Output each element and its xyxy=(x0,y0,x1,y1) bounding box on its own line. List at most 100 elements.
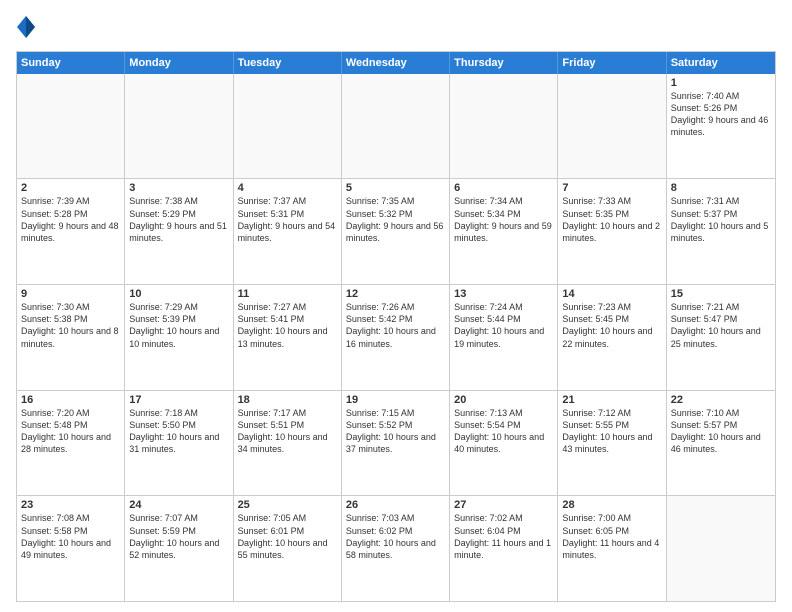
calendar-cell-empty xyxy=(667,496,775,601)
day-number: 10 xyxy=(129,288,228,300)
day-number: 24 xyxy=(129,499,228,511)
calendar-cell-day-7: 7Sunrise: 7:33 AM Sunset: 5:35 PM Daylig… xyxy=(558,179,666,284)
day-info: Sunrise: 7:03 AM Sunset: 6:02 PM Dayligh… xyxy=(346,512,445,561)
day-number: 6 xyxy=(454,182,553,194)
calendar-cell-day-20: 20Sunrise: 7:13 AM Sunset: 5:54 PM Dayli… xyxy=(450,391,558,496)
day-info: Sunrise: 7:20 AM Sunset: 5:48 PM Dayligh… xyxy=(21,407,120,456)
day-info: Sunrise: 7:12 AM Sunset: 5:55 PM Dayligh… xyxy=(562,407,661,456)
day-number: 23 xyxy=(21,499,120,511)
calendar-cell-day-28: 28Sunrise: 7:00 AM Sunset: 6:05 PM Dayli… xyxy=(558,496,666,601)
day-info: Sunrise: 7:35 AM Sunset: 5:32 PM Dayligh… xyxy=(346,195,445,244)
day-number: 28 xyxy=(562,499,661,511)
calendar-cell-day-11: 11Sunrise: 7:27 AM Sunset: 5:41 PM Dayli… xyxy=(234,285,342,390)
day-info: Sunrise: 7:34 AM Sunset: 5:34 PM Dayligh… xyxy=(454,195,553,244)
calendar-cell-day-26: 26Sunrise: 7:03 AM Sunset: 6:02 PM Dayli… xyxy=(342,496,450,601)
day-info: Sunrise: 7:31 AM Sunset: 5:37 PM Dayligh… xyxy=(671,195,771,244)
day-info: Sunrise: 7:24 AM Sunset: 5:44 PM Dayligh… xyxy=(454,301,553,350)
day-number: 13 xyxy=(454,288,553,300)
page-header xyxy=(16,16,776,43)
calendar-cell-empty xyxy=(450,74,558,179)
day-of-week-friday: Friday xyxy=(558,52,666,74)
calendar-row-1: 1Sunrise: 7:40 AM Sunset: 5:26 PM Daylig… xyxy=(17,74,775,179)
day-info: Sunrise: 7:18 AM Sunset: 5:50 PM Dayligh… xyxy=(129,407,228,456)
day-info: Sunrise: 7:02 AM Sunset: 6:04 PM Dayligh… xyxy=(454,512,553,561)
logo-icon xyxy=(17,16,35,38)
calendar-cell-empty xyxy=(125,74,233,179)
calendar-cell-day-18: 18Sunrise: 7:17 AM Sunset: 5:51 PM Dayli… xyxy=(234,391,342,496)
calendar-cell-day-4: 4Sunrise: 7:37 AM Sunset: 5:31 PM Daylig… xyxy=(234,179,342,284)
day-number: 27 xyxy=(454,499,553,511)
day-number: 15 xyxy=(671,288,771,300)
calendar-cell-day-25: 25Sunrise: 7:05 AM Sunset: 6:01 PM Dayli… xyxy=(234,496,342,601)
day-number: 25 xyxy=(238,499,337,511)
calendar-cell-day-5: 5Sunrise: 7:35 AM Sunset: 5:32 PM Daylig… xyxy=(342,179,450,284)
day-info: Sunrise: 7:38 AM Sunset: 5:29 PM Dayligh… xyxy=(129,195,228,244)
calendar-row-3: 9Sunrise: 7:30 AM Sunset: 5:38 PM Daylig… xyxy=(17,284,775,390)
calendar-cell-day-19: 19Sunrise: 7:15 AM Sunset: 5:52 PM Dayli… xyxy=(342,391,450,496)
day-number: 2 xyxy=(21,182,120,194)
calendar-cell-day-3: 3Sunrise: 7:38 AM Sunset: 5:29 PM Daylig… xyxy=(125,179,233,284)
day-info: Sunrise: 7:00 AM Sunset: 6:05 PM Dayligh… xyxy=(562,512,661,561)
day-of-week-tuesday: Tuesday xyxy=(234,52,342,74)
day-info: Sunrise: 7:13 AM Sunset: 5:54 PM Dayligh… xyxy=(454,407,553,456)
calendar-cell-day-23: 23Sunrise: 7:08 AM Sunset: 5:58 PM Dayli… xyxy=(17,496,125,601)
day-number: 3 xyxy=(129,182,228,194)
day-number: 17 xyxy=(129,394,228,406)
day-info: Sunrise: 7:26 AM Sunset: 5:42 PM Dayligh… xyxy=(346,301,445,350)
calendar-cell-day-22: 22Sunrise: 7:10 AM Sunset: 5:57 PM Dayli… xyxy=(667,391,775,496)
day-number: 16 xyxy=(21,394,120,406)
day-info: Sunrise: 7:21 AM Sunset: 5:47 PM Dayligh… xyxy=(671,301,771,350)
calendar-cell-day-15: 15Sunrise: 7:21 AM Sunset: 5:47 PM Dayli… xyxy=(667,285,775,390)
calendar-cell-day-24: 24Sunrise: 7:07 AM Sunset: 5:59 PM Dayli… xyxy=(125,496,233,601)
calendar-cell-empty xyxy=(234,74,342,179)
day-info: Sunrise: 7:29 AM Sunset: 5:39 PM Dayligh… xyxy=(129,301,228,350)
day-number: 12 xyxy=(346,288,445,300)
day-number: 20 xyxy=(454,394,553,406)
day-number: 9 xyxy=(21,288,120,300)
calendar-cell-day-14: 14Sunrise: 7:23 AM Sunset: 5:45 PM Dayli… xyxy=(558,285,666,390)
calendar-cell-day-21: 21Sunrise: 7:12 AM Sunset: 5:55 PM Dayli… xyxy=(558,391,666,496)
day-number: 4 xyxy=(238,182,337,194)
calendar-cell-day-9: 9Sunrise: 7:30 AM Sunset: 5:38 PM Daylig… xyxy=(17,285,125,390)
day-number: 1 xyxy=(671,77,771,89)
day-info: Sunrise: 7:15 AM Sunset: 5:52 PM Dayligh… xyxy=(346,407,445,456)
day-info: Sunrise: 7:40 AM Sunset: 5:26 PM Dayligh… xyxy=(671,90,771,139)
day-of-week-wednesday: Wednesday xyxy=(342,52,450,74)
day-number: 5 xyxy=(346,182,445,194)
day-info: Sunrise: 7:10 AM Sunset: 5:57 PM Dayligh… xyxy=(671,407,771,456)
calendar-cell-day-8: 8Sunrise: 7:31 AM Sunset: 5:37 PM Daylig… xyxy=(667,179,775,284)
day-info: Sunrise: 7:07 AM Sunset: 5:59 PM Dayligh… xyxy=(129,512,228,561)
calendar-cell-day-1: 1Sunrise: 7:40 AM Sunset: 5:26 PM Daylig… xyxy=(667,74,775,179)
calendar-cell-empty xyxy=(558,74,666,179)
day-number: 26 xyxy=(346,499,445,511)
calendar-cell-day-27: 27Sunrise: 7:02 AM Sunset: 6:04 PM Dayli… xyxy=(450,496,558,601)
day-info: Sunrise: 7:37 AM Sunset: 5:31 PM Dayligh… xyxy=(238,195,337,244)
day-of-week-monday: Monday xyxy=(125,52,233,74)
calendar: SundayMondayTuesdayWednesdayThursdayFrid… xyxy=(16,51,776,602)
calendar-cell-day-6: 6Sunrise: 7:34 AM Sunset: 5:34 PM Daylig… xyxy=(450,179,558,284)
day-info: Sunrise: 7:17 AM Sunset: 5:51 PM Dayligh… xyxy=(238,407,337,456)
day-info: Sunrise: 7:27 AM Sunset: 5:41 PM Dayligh… xyxy=(238,301,337,350)
calendar-header: SundayMondayTuesdayWednesdayThursdayFrid… xyxy=(17,52,775,74)
day-of-week-thursday: Thursday xyxy=(450,52,558,74)
day-info: Sunrise: 7:30 AM Sunset: 5:38 PM Dayligh… xyxy=(21,301,120,350)
day-number: 19 xyxy=(346,394,445,406)
day-number: 21 xyxy=(562,394,661,406)
calendar-row-5: 23Sunrise: 7:08 AM Sunset: 5:58 PM Dayli… xyxy=(17,495,775,601)
day-info: Sunrise: 7:05 AM Sunset: 6:01 PM Dayligh… xyxy=(238,512,337,561)
calendar-cell-day-2: 2Sunrise: 7:39 AM Sunset: 5:28 PM Daylig… xyxy=(17,179,125,284)
day-number: 8 xyxy=(671,182,771,194)
calendar-cell-day-16: 16Sunrise: 7:20 AM Sunset: 5:48 PM Dayli… xyxy=(17,391,125,496)
calendar-cell-empty xyxy=(342,74,450,179)
day-number: 14 xyxy=(562,288,661,300)
calendar-cell-day-17: 17Sunrise: 7:18 AM Sunset: 5:50 PM Dayli… xyxy=(125,391,233,496)
day-of-week-sunday: Sunday xyxy=(17,52,125,74)
day-info: Sunrise: 7:23 AM Sunset: 5:45 PM Dayligh… xyxy=(562,301,661,350)
day-number: 22 xyxy=(671,394,771,406)
day-number: 18 xyxy=(238,394,337,406)
calendar-cell-day-12: 12Sunrise: 7:26 AM Sunset: 5:42 PM Dayli… xyxy=(342,285,450,390)
calendar-cell-empty xyxy=(17,74,125,179)
day-info: Sunrise: 7:39 AM Sunset: 5:28 PM Dayligh… xyxy=(21,195,120,244)
day-of-week-saturday: Saturday xyxy=(667,52,775,74)
calendar-cell-day-13: 13Sunrise: 7:24 AM Sunset: 5:44 PM Dayli… xyxy=(450,285,558,390)
